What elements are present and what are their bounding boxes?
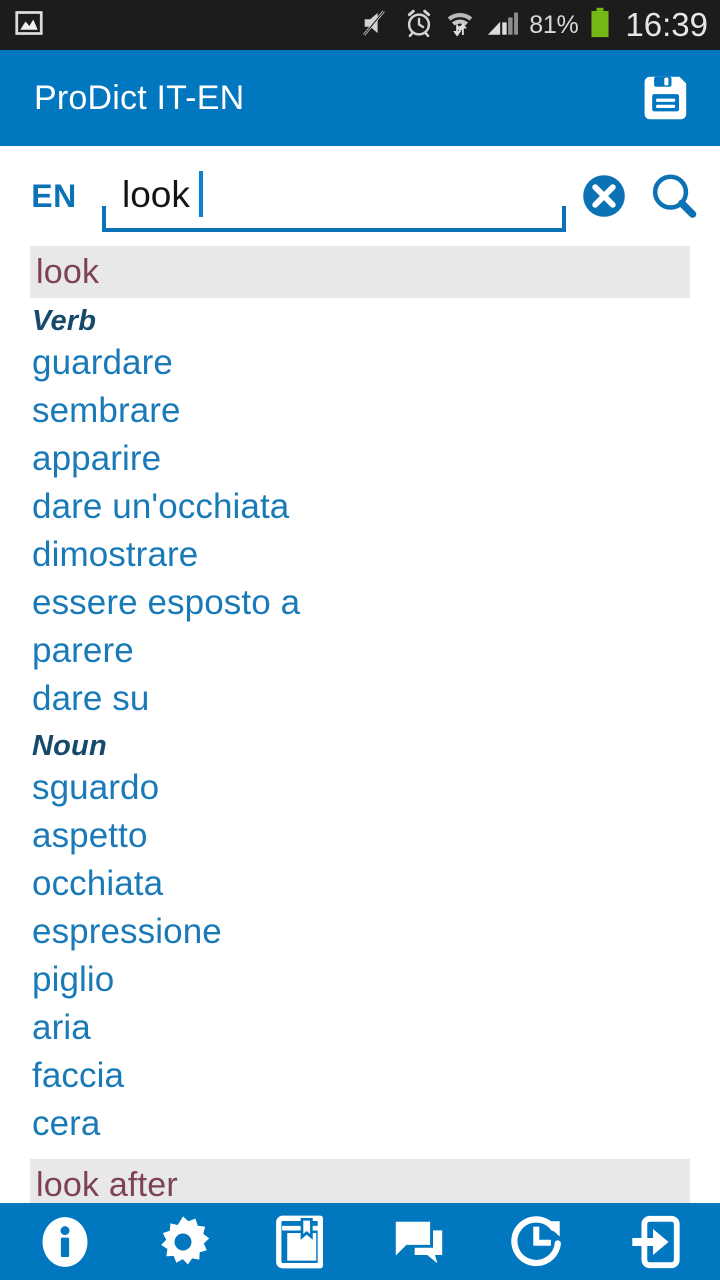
search-input-value: look bbox=[122, 173, 190, 215]
status-bar-indicators: 81% 16:39 bbox=[361, 6, 708, 44]
status-bar-notifications bbox=[14, 8, 44, 43]
chat-bubbles-icon bbox=[390, 1213, 448, 1271]
pos-group: Verb guardare sembrare apparire dare un'… bbox=[0, 298, 720, 723]
search-field-wrapper: look bbox=[102, 160, 566, 232]
results-list[interactable]: look Verb guardare sembrare apparire dar… bbox=[0, 246, 720, 1203]
translation-item[interactable]: apparire bbox=[0, 435, 720, 483]
search-input[interactable]: look bbox=[102, 160, 566, 232]
dictionary-entry: look after bbox=[0, 1159, 720, 1203]
app-root: 81% 16:39 ProDict IT-EN EN look look Ver… bbox=[0, 0, 720, 1280]
translation-item[interactable]: guardare bbox=[0, 339, 720, 387]
translation-item[interactable]: aspetto bbox=[0, 812, 720, 860]
app-bar: ProDict IT-EN bbox=[0, 50, 720, 146]
translation-item[interactable]: sguardo bbox=[0, 764, 720, 812]
translation-item[interactable]: dimostrare bbox=[0, 531, 720, 579]
entry-headword[interactable]: look bbox=[30, 246, 690, 298]
nav-button-dictionary[interactable] bbox=[253, 1203, 349, 1280]
status-bar-clock: 16:39 bbox=[625, 6, 708, 43]
save-icon[interactable] bbox=[642, 72, 694, 124]
translation-item[interactable]: cera bbox=[0, 1100, 720, 1148]
wifi-transfer-icon bbox=[445, 8, 475, 43]
pos-group: Noun sguardo aspetto occhiata espression… bbox=[0, 723, 720, 1148]
translation-item[interactable]: espressione bbox=[0, 908, 720, 956]
nav-button-exit[interactable] bbox=[607, 1203, 703, 1280]
nav-button-history[interactable] bbox=[489, 1203, 585, 1280]
entry-headword[interactable]: look after bbox=[30, 1159, 690, 1203]
translation-item[interactable]: dare un'occhiata bbox=[0, 483, 720, 531]
translation-item[interactable]: aria bbox=[0, 1004, 720, 1052]
history-clock-icon bbox=[508, 1213, 566, 1271]
signal-bars-icon bbox=[486, 8, 519, 43]
status-bar: 81% 16:39 bbox=[0, 0, 720, 50]
info-icon bbox=[36, 1213, 94, 1271]
search-bar: EN look bbox=[0, 146, 720, 246]
alarm-clock-icon bbox=[404, 8, 434, 43]
app-bar-actions bbox=[642, 72, 694, 124]
book-bookmark-icon bbox=[272, 1213, 330, 1271]
entry-headword-label: look after bbox=[36, 1166, 178, 1203]
nav-button-phrases[interactable] bbox=[371, 1203, 467, 1280]
nav-button-settings[interactable] bbox=[135, 1203, 231, 1280]
translation-item[interactable]: sembrare bbox=[0, 387, 720, 435]
translation-item[interactable]: parere bbox=[0, 627, 720, 675]
search-icon[interactable] bbox=[648, 170, 700, 222]
translation-item[interactable]: occhiata bbox=[0, 860, 720, 908]
clear-circle-icon[interactable] bbox=[580, 172, 628, 220]
part-of-speech-label: Verb bbox=[32, 305, 97, 337]
page-title: ProDict IT-EN bbox=[34, 78, 245, 117]
battery-percentage: 81% bbox=[529, 10, 579, 39]
nav-button-info[interactable] bbox=[17, 1203, 113, 1280]
translation-item[interactable]: faccia bbox=[0, 1052, 720, 1100]
translation-item[interactable]: dare su bbox=[0, 675, 720, 723]
bottom-navigation bbox=[0, 1203, 720, 1280]
translation-item[interactable]: piglio bbox=[0, 956, 720, 1004]
part-of-speech-label: Noun bbox=[32, 730, 107, 762]
entry-headword-label: look bbox=[36, 253, 100, 291]
image-icon bbox=[14, 8, 44, 43]
exit-arrow-icon bbox=[626, 1213, 684, 1271]
battery-icon bbox=[589, 7, 611, 44]
volume-muted-icon bbox=[361, 8, 393, 43]
translation-item[interactable]: essere esposto a bbox=[0, 579, 720, 627]
text-caret bbox=[198, 171, 203, 217]
gear-icon bbox=[154, 1213, 212, 1271]
language-selector[interactable]: EN bbox=[18, 178, 90, 215]
dictionary-entry: look Verb guardare sembrare apparire dar… bbox=[0, 246, 720, 1148]
